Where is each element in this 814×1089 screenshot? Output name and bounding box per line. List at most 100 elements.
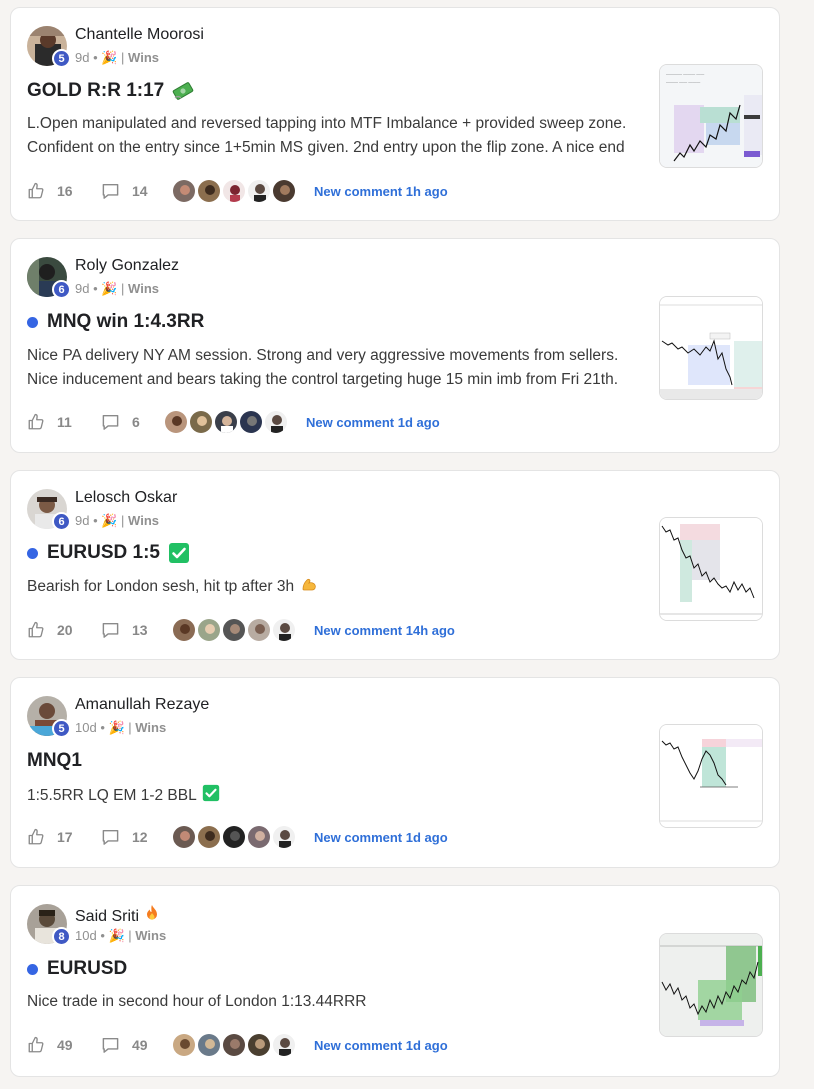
flexed-biceps-icon (300, 575, 318, 593)
chart-thumbnail[interactable] (659, 517, 763, 621)
avatar (271, 1032, 297, 1058)
comment-icon (102, 183, 119, 199)
party-popper-icon: 🎉 (108, 928, 125, 943)
avatar (271, 617, 297, 643)
category-label[interactable]: Wins (135, 720, 166, 735)
new-comment-link[interactable]: New comment 1d ago (306, 415, 440, 430)
avatar (221, 178, 247, 204)
avatar (238, 409, 264, 435)
author-avatar[interactable]: 5 (27, 26, 71, 68)
avatar (171, 617, 197, 643)
like-count: 49 (57, 1037, 73, 1053)
post-actions: 17 12 New comment 1d ago (27, 824, 448, 850)
chart-thumbnail[interactable]: ———— ——— —— ——— —— ——— (659, 64, 763, 168)
chart-thumbnail[interactable] (659, 933, 763, 1037)
avatar (196, 1032, 222, 1058)
comment-count: 49 (132, 1037, 148, 1053)
author-name[interactable]: Roly Gonzalez (75, 257, 179, 275)
thumbs-up-icon (28, 621, 44, 638)
commenter-avatars[interactable] (171, 1032, 297, 1058)
like-count: 11 (57, 414, 72, 430)
fire-icon (145, 904, 159, 925)
level-badge: 6 (52, 512, 71, 531)
comment-count: 14 (132, 183, 148, 199)
avatar (196, 178, 222, 204)
thumbs-up-icon (28, 1036, 44, 1053)
commenter-avatars[interactable] (171, 824, 297, 850)
like-button[interactable]: 49 (27, 1036, 101, 1054)
author-avatar[interactable]: 8 (27, 904, 71, 946)
unread-dot (27, 963, 38, 975)
category-label[interactable]: Wins (128, 513, 159, 528)
author-name[interactable]: Said Sriti (75, 904, 159, 926)
avatar (263, 409, 289, 435)
check-mark-button-icon (168, 542, 190, 564)
post-card[interactable]: 6 Roly Gonzalez 9d • 🎉 | Wins MNQ win 1:… (10, 238, 780, 453)
like-button[interactable]: 16 (27, 182, 101, 200)
thumbs-up-icon (28, 413, 44, 430)
category-label[interactable]: Wins (128, 281, 159, 296)
new-comment-link[interactable]: New comment 14h ago (314, 623, 455, 638)
check-mark-button-icon (202, 784, 220, 802)
post-actions: 16 14 New comment 1h ago (27, 178, 448, 204)
commenter-avatars[interactable] (171, 617, 297, 643)
post-body[interactable]: Nice PA delivery NY AM session. Strong a… (27, 344, 647, 392)
new-comment-link[interactable]: New comment 1d ago (314, 1038, 448, 1053)
category-label[interactable]: Wins (128, 50, 159, 65)
like-button[interactable]: 11 (27, 413, 101, 431)
post-title[interactable]: MNQ1 (27, 750, 82, 772)
unread-dot (27, 316, 38, 328)
avatar (271, 824, 297, 850)
comment-count: 6 (132, 414, 140, 430)
unread-dot (27, 547, 38, 559)
author-avatar[interactable]: 6 (27, 257, 71, 299)
party-popper-icon: 🎉 (101, 50, 118, 65)
comment-button[interactable]: 49 (101, 1036, 171, 1054)
post-title[interactable]: MNQ win 1:4.3RR (27, 311, 204, 333)
svg-text:——— —— ———: ——— —— ——— (666, 79, 700, 84)
post-body[interactable]: L.Open manipulated and reversed tapping … (27, 112, 647, 160)
like-count: 17 (57, 829, 73, 845)
comment-icon (102, 829, 119, 845)
post-card[interactable]: 5 Chantelle Moorosi 9d • 🎉 | Wins GOLD R… (10, 7, 780, 221)
post-actions: 20 13 New comment 14h ago (27, 617, 455, 643)
comment-button[interactable]: 13 (101, 621, 171, 639)
new-comment-link[interactable]: New comment 1h ago (314, 184, 448, 199)
post-body[interactable]: Nice trade in second hour of London 1:13… (27, 990, 647, 1014)
post-body[interactable]: 1:5.5RR LQ EM 1-2 BBL (27, 784, 647, 808)
party-popper-icon: 🎉 (101, 281, 118, 296)
post-title[interactable]: EURUSD (27, 958, 127, 980)
commenter-avatars[interactable] (163, 409, 289, 435)
post-card[interactable]: 6 Lelosch Oskar 9d • 🎉 | Wins EURUSD 1:5… (10, 470, 780, 660)
commenter-avatars[interactable] (171, 178, 297, 204)
author-avatar[interactable]: 6 (27, 489, 71, 531)
avatar (196, 617, 222, 643)
post-actions: 11 6 New comment 1d ago (27, 409, 440, 435)
comment-button[interactable]: 6 (101, 413, 163, 431)
post-body[interactable]: Bearish for London sesh, hit tp after 3h (27, 575, 647, 599)
level-badge: 5 (52, 719, 71, 738)
page-scrollbar[interactable] (800, 0, 814, 1089)
post-card[interactable]: 5 Amanullah Rezaye 10d • 🎉 | Wins MNQ1 1… (10, 677, 780, 868)
avatar (221, 824, 247, 850)
post-title[interactable]: EURUSD 1:5 (27, 542, 190, 564)
new-comment-link[interactable]: New comment 1d ago (314, 830, 448, 845)
chart-thumbnail[interactable] (659, 296, 763, 400)
comment-button[interactable]: 14 (101, 182, 171, 200)
author-name[interactable]: Amanullah Rezaye (75, 696, 209, 714)
avatar (163, 409, 189, 435)
post-actions: 49 49 New comment 1d ago (27, 1032, 448, 1058)
like-button[interactable]: 17 (27, 828, 101, 846)
level-badge: 5 (52, 49, 71, 68)
chart-thumbnail[interactable] (659, 724, 763, 828)
author-avatar[interactable]: 5 (27, 696, 71, 738)
avatar (246, 617, 272, 643)
comment-button[interactable]: 12 (101, 828, 171, 846)
avatar (171, 1032, 197, 1058)
post-card[interactable]: 8 Said Sriti 10d • 🎉 | Wins EURUSD Nice … (10, 885, 780, 1077)
author-name[interactable]: Chantelle Moorosi (75, 26, 204, 44)
like-button[interactable]: 20 (27, 621, 101, 639)
category-label[interactable]: Wins (135, 928, 166, 943)
author-name[interactable]: Lelosch Oskar (75, 489, 177, 507)
post-title[interactable]: GOLD R:R 1:17 (27, 80, 194, 102)
